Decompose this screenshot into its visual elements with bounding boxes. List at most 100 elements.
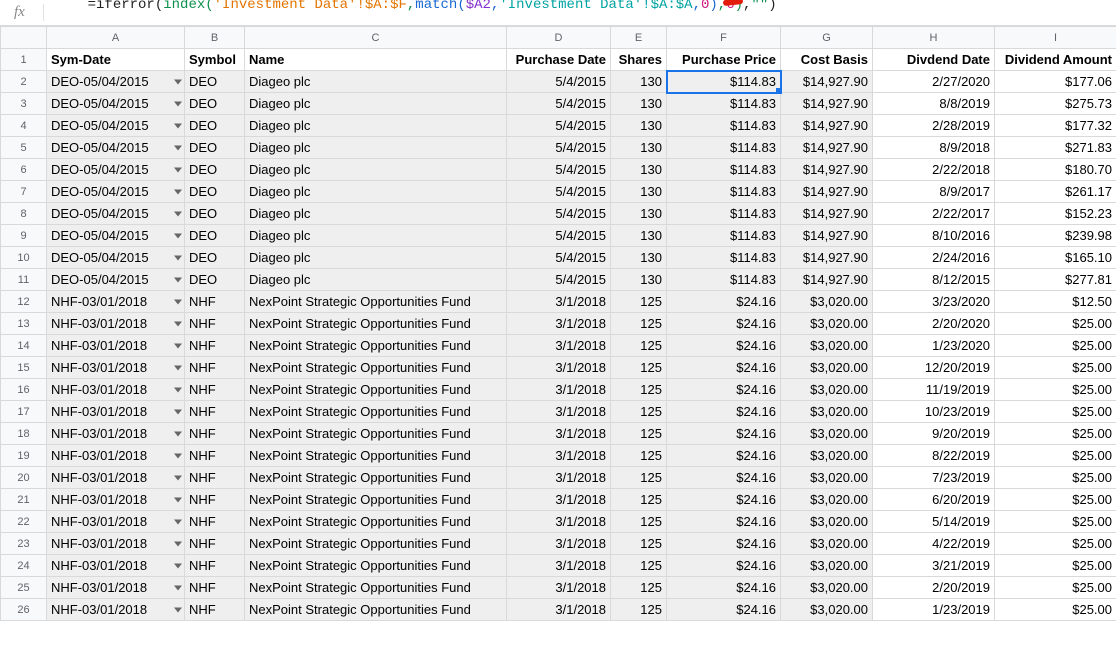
cell-shares[interactable]: 125 (611, 467, 667, 489)
cell-symbol[interactable]: NHF (185, 511, 245, 533)
cell-dividend-date[interactable]: 2/28/2019 (873, 115, 995, 137)
cell-shares[interactable]: 130 (611, 115, 667, 137)
header-symdate[interactable]: Sym-Date (47, 49, 185, 71)
fx-icon[interactable]: fx (4, 4, 44, 21)
row-header-10[interactable]: 10 (1, 247, 47, 269)
cell-name[interactable]: NexPoint Strategic Opportunities Fund (245, 379, 507, 401)
cell-dividend-date[interactable]: 2/20/2020 (873, 313, 995, 335)
cell-name[interactable]: Diageo plc (245, 159, 507, 181)
cell-purchase-date[interactable]: 3/1/2018 (507, 511, 611, 533)
cell-shares[interactable]: 125 (611, 445, 667, 467)
header-shares[interactable]: Shares (611, 49, 667, 71)
cell-purchase-price[interactable]: $24.16 (667, 489, 781, 511)
cell-dividend-date[interactable]: 4/22/2019 (873, 533, 995, 555)
cell-name[interactable]: Diageo plc (245, 93, 507, 115)
cell-symbol[interactable]: NHF (185, 445, 245, 467)
cell-dividend-amount[interactable]: $239.98 (995, 225, 1116, 247)
row-header-18[interactable]: 18 (1, 423, 47, 445)
cell-purchase-price[interactable]: $114.83 (667, 203, 781, 225)
cell-dividend-date[interactable]: 11/19/2019 (873, 379, 995, 401)
cell-purchase-date[interactable]: 3/1/2018 (507, 379, 611, 401)
cell-purchase-price[interactable]: $24.16 (667, 313, 781, 335)
cell-symbol[interactable]: NHF (185, 335, 245, 357)
cell-purchase-price[interactable]: $114.83 (667, 159, 781, 181)
cell-cost-basis[interactable]: $14,927.90 (781, 269, 873, 291)
row-header-9[interactable]: 9 (1, 225, 47, 247)
row-header-21[interactable]: 21 (1, 489, 47, 511)
dropdown-icon[interactable] (174, 475, 182, 480)
cell-shares[interactable]: 125 (611, 291, 667, 313)
cell-purchase-date[interactable]: 5/4/2015 (507, 203, 611, 225)
row-header-1[interactable]: 1 (1, 49, 47, 71)
cell-cost-basis[interactable]: $3,020.00 (781, 379, 873, 401)
cell-shares[interactable]: 130 (611, 181, 667, 203)
header-dividend-date[interactable]: Divdend Date (873, 49, 995, 71)
cell-shares[interactable]: 125 (611, 357, 667, 379)
cell-dividend-date[interactable]: 9/20/2019 (873, 423, 995, 445)
cell-dividend-amount[interactable]: $25.00 (995, 401, 1116, 423)
cell-symbol[interactable]: DEO (185, 71, 245, 93)
cell-purchase-date[interactable]: 5/4/2015 (507, 247, 611, 269)
cell-cost-basis[interactable]: $14,927.90 (781, 71, 873, 93)
dropdown-icon[interactable] (174, 277, 182, 282)
cell-purchase-date[interactable]: 3/1/2018 (507, 401, 611, 423)
cell-name[interactable]: Diageo plc (245, 137, 507, 159)
cell-shares[interactable]: 125 (611, 577, 667, 599)
cell-dividend-amount[interactable]: $25.00 (995, 313, 1116, 335)
cell-purchase-date[interactable]: 3/1/2018 (507, 489, 611, 511)
cell-cost-basis[interactable]: $3,020.00 (781, 401, 873, 423)
cell-cost-basis[interactable]: $14,927.90 (781, 115, 873, 137)
cell-dividend-amount[interactable]: $25.00 (995, 511, 1116, 533)
cell-purchase-date[interactable]: 5/4/2015 (507, 71, 611, 93)
cell-dividend-date[interactable]: 2/20/2019 (873, 577, 995, 599)
cell-symbol[interactable]: DEO (185, 93, 245, 115)
cell-shares[interactable]: 125 (611, 489, 667, 511)
cell-symdate[interactable]: NHF-03/01/2018 (47, 291, 185, 313)
cell-name[interactable]: NexPoint Strategic Opportunities Fund (245, 467, 507, 489)
cell-purchase-date[interactable]: 3/1/2018 (507, 335, 611, 357)
cell-symbol[interactable]: NHF (185, 555, 245, 577)
cell-cost-basis[interactable]: $14,927.90 (781, 225, 873, 247)
cell-cost-basis[interactable]: $3,020.00 (781, 357, 873, 379)
cell-shares[interactable]: 125 (611, 379, 667, 401)
row-header-6[interactable]: 6 (1, 159, 47, 181)
row-header-17[interactable]: 17 (1, 401, 47, 423)
cell-symdate[interactable]: NHF-03/01/2018 (47, 357, 185, 379)
row-header-4[interactable]: 4 (1, 115, 47, 137)
cell-symdate[interactable]: NHF-03/01/2018 (47, 489, 185, 511)
cell-name[interactable]: NexPoint Strategic Opportunities Fund (245, 313, 507, 335)
cell-dividend-date[interactable]: 6/20/2019 (873, 489, 995, 511)
cell-name[interactable]: Diageo plc (245, 71, 507, 93)
cell-cost-basis[interactable]: $3,020.00 (781, 291, 873, 313)
cell-purchase-date[interactable]: 3/1/2018 (507, 577, 611, 599)
row-header-5[interactable]: 5 (1, 137, 47, 159)
cell-name[interactable]: NexPoint Strategic Opportunities Fund (245, 445, 507, 467)
cell-name[interactable]: NexPoint Strategic Opportunities Fund (245, 335, 507, 357)
cell-cost-basis[interactable]: $14,927.90 (781, 93, 873, 115)
cell-purchase-price[interactable]: $114.83 (667, 137, 781, 159)
cell-symdate[interactable]: NHF-03/01/2018 (47, 555, 185, 577)
cell-dividend-amount[interactable]: $180.70 (995, 159, 1116, 181)
cell-shares[interactable]: 130 (611, 247, 667, 269)
cell-name[interactable]: Diageo plc (245, 203, 507, 225)
dropdown-icon[interactable] (174, 497, 182, 502)
cell-dividend-date[interactable]: 2/22/2018 (873, 159, 995, 181)
cell-purchase-price[interactable]: $24.16 (667, 379, 781, 401)
cell-purchase-price[interactable]: $24.16 (667, 423, 781, 445)
cell-purchase-price[interactable]: $114.83 (667, 93, 781, 115)
cell-symbol[interactable]: NHF (185, 489, 245, 511)
cell-symdate[interactable]: NHF-03/01/2018 (47, 511, 185, 533)
cell-dividend-date[interactable]: 8/22/2019 (873, 445, 995, 467)
cell-symdate[interactable]: DEO-05/04/2015 (47, 181, 185, 203)
cell-purchase-date[interactable]: 3/1/2018 (507, 357, 611, 379)
dropdown-icon[interactable] (174, 387, 182, 392)
cell-dividend-date[interactable]: 3/23/2020 (873, 291, 995, 313)
cell-shares[interactable]: 125 (611, 401, 667, 423)
cell-dividend-date[interactable]: 5/14/2019 (873, 511, 995, 533)
cell-name[interactable]: Diageo plc (245, 115, 507, 137)
dropdown-icon[interactable] (174, 563, 182, 568)
cell-symbol[interactable]: DEO (185, 247, 245, 269)
cell-cost-basis[interactable]: $3,020.00 (781, 577, 873, 599)
cell-symbol[interactable]: DEO (185, 137, 245, 159)
cell-dividend-date[interactable]: 1/23/2020 (873, 335, 995, 357)
